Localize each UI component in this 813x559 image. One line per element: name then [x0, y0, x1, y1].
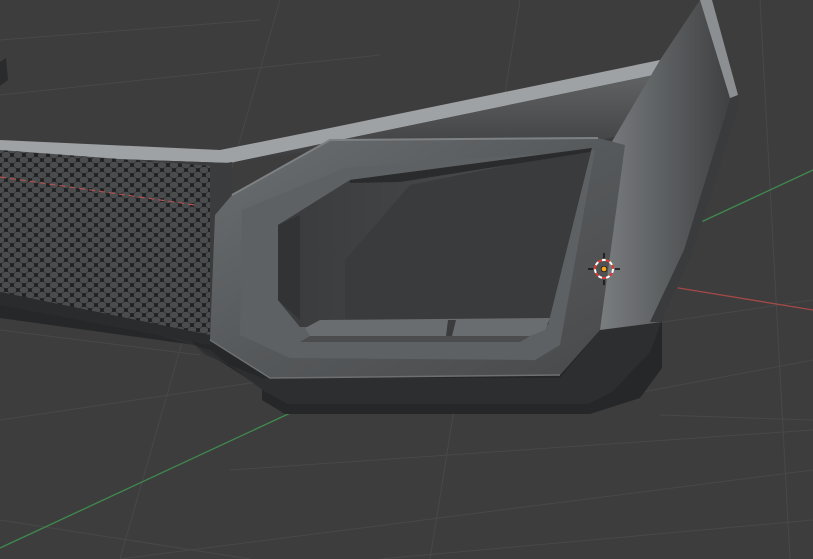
- object-origin-dot: [600, 265, 608, 273]
- fog-light-bottom-slat-dark: [300, 336, 530, 342]
- offscreen-object-edge: [0, 58, 8, 86]
- 3d-viewport[interactable]: [0, 0, 813, 559]
- fog-light-bottom-slat: [305, 318, 550, 336]
